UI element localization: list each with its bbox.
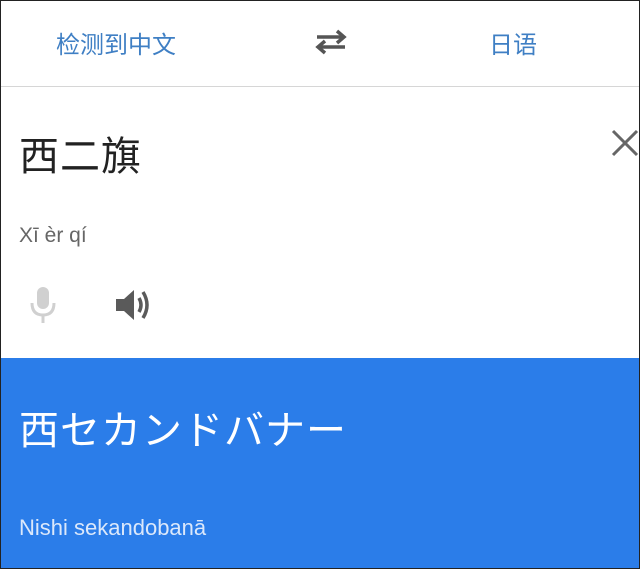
listen-button[interactable]	[113, 287, 153, 323]
swap-arrows-icon	[315, 29, 347, 55]
source-text[interactable]: 西二旗	[19, 124, 142, 182]
language-bar: 检测到中文 日语	[1, 1, 639, 87]
close-icon	[611, 129, 639, 157]
input-area[interactable]: 西二旗 Xī èr qí	[1, 88, 639, 358]
translation-romanization: Nishi sekandobanā	[19, 515, 207, 540]
pinyin-transliteration: Xī èr qí	[19, 224, 87, 247]
translation-result-card[interactable]: 西セカンドバナー Nishi sekandobanā	[1, 358, 639, 568]
translation-text: 西セカンドバナー	[19, 408, 347, 454]
clear-button[interactable]	[609, 127, 639, 159]
target-language-button[interactable]: 日语	[489, 25, 537, 60]
microphone-button[interactable]	[27, 285, 59, 325]
microphone-icon	[30, 287, 56, 323]
translate-app: 检测到中文 日语 西二旗 Xī èr qí 西セカンドバナー Nishi sek…	[0, 0, 640, 569]
speaker-icon	[116, 290, 149, 320]
source-language-button[interactable]: 检测到中文	[56, 25, 176, 60]
swap-languages-button[interactable]	[313, 28, 349, 56]
